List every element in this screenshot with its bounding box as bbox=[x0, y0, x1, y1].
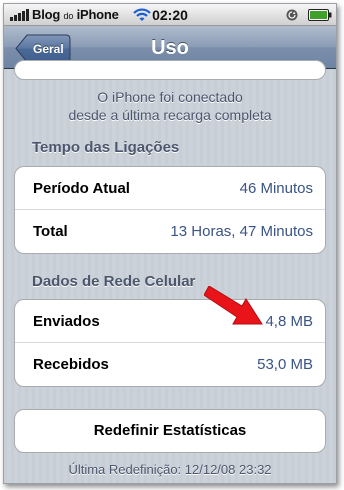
phone-screen: Blog do iPhone 02:20 Geral Uso O iPhone … bbox=[3, 3, 337, 484]
lock-icon bbox=[286, 9, 298, 21]
table-row: Recebidos 53,0 MB bbox=[15, 343, 325, 386]
row-label: Total bbox=[33, 223, 68, 240]
previous-group-partial bbox=[14, 60, 326, 80]
status-bar: Blog do iPhone 02:20 bbox=[4, 4, 336, 26]
row-label: Período Atual bbox=[33, 180, 130, 197]
row-value: 53,0 MB bbox=[257, 356, 313, 373]
section-header-call-time: Tempo das Ligações bbox=[32, 139, 180, 156]
page-title: Uso bbox=[151, 37, 189, 59]
connection-info: O iPhone foi conectado desde a última re… bbox=[4, 88, 336, 124]
row-label: Recebidos bbox=[33, 356, 109, 373]
row-label: Enviados bbox=[33, 313, 100, 330]
table-row: Total 13 Horas, 47 Minutos bbox=[15, 210, 325, 253]
last-reset-label: Última Redefinição: 12/12/08 23:32 bbox=[68, 462, 272, 477]
reset-statistics-button[interactable]: Redefinir Estatísticas bbox=[14, 409, 326, 453]
annotation-arrow-icon bbox=[204, 286, 263, 325]
row-value: 13 Horas, 47 Minutos bbox=[170, 223, 313, 240]
row-value: 4,8 MB bbox=[265, 313, 313, 330]
table-row: Enviados 4,8 MB bbox=[15, 300, 325, 343]
section-header-cellular-data: Dados de Rede Celular bbox=[32, 273, 196, 290]
cellular-data-group: Enviados 4,8 MB Recebidos 53,0 MB bbox=[14, 299, 326, 387]
row-value: 46 Minutos bbox=[239, 180, 313, 197]
info-line-2: desde a última recarga completa bbox=[68, 107, 272, 123]
info-line-1: O iPhone foi conectado bbox=[97, 89, 243, 105]
call-time-group: Período Atual 46 Minutos Total 13 Horas,… bbox=[14, 166, 326, 254]
battery-icon bbox=[308, 9, 332, 21]
table-row: Período Atual 46 Minutos bbox=[15, 167, 325, 210]
